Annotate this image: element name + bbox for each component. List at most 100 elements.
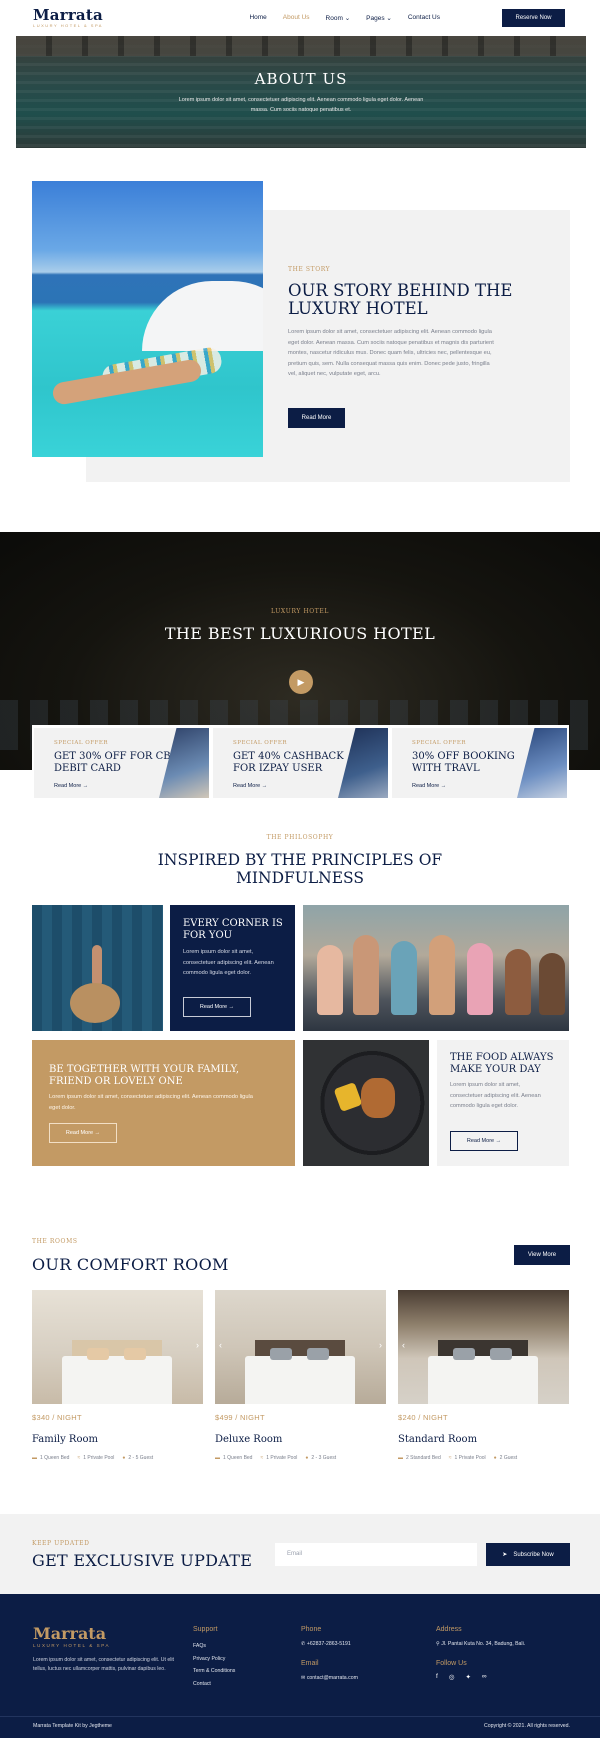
room-feature-guest: ● 2 - 3 Guest <box>305 1455 336 1461</box>
arrow-right-icon: → <box>495 1138 502 1144</box>
bed-icon: ▬ <box>215 1455 220 1461</box>
offer-card[interactable]: SPECIAL OFFER 30% OFF BOOKING WITH TRAVL… <box>392 728 567 798</box>
newsletter-label: KEEP UPDATED <box>32 1540 90 1547</box>
food-text: Lorem ipsum dolor sit amet, consectetuer… <box>450 1082 541 1109</box>
offer-card[interactable]: SPECIAL OFFER GET 30% OFF FOR CBC DEBIT … <box>34 728 209 798</box>
offer-label: SPECIAL OFFER <box>233 740 288 746</box>
corner-read-more-button[interactable]: Read More → <box>183 997 251 1017</box>
footer-phone[interactable]: ✆ +62837-2863-5191 <box>301 1641 351 1647</box>
phone-icon: ✆ <box>301 1641 306 1647</box>
offer-read-more-link[interactable]: Read More → <box>412 783 446 789</box>
room-features: ▬ 1 Queen Bed ≈1 Private Pool ● 2 - 3 Gues… <box>215 1455 336 1461</box>
image-figure <box>353 935 379 1015</box>
play-icon[interactable]: ▶ <box>289 670 313 694</box>
chevron-left-icon[interactable]: ‹ <box>219 1340 222 1350</box>
offer-read-more-link[interactable]: Read More → <box>233 783 267 789</box>
room-feature-bed: ▬ 2 Standard Bed <box>398 1455 441 1461</box>
food-read-more-button[interactable]: Read More → <box>450 1131 518 1151</box>
philosophy-label: THE PHILOSOPHY <box>266 834 334 841</box>
feature-label: 2 Guest <box>499 1455 518 1461</box>
image-corn <box>333 1081 363 1113</box>
tripadvisor-icon[interactable]: ∞ <box>482 1673 487 1681</box>
offer-label: SPECIAL OFFER <box>412 740 467 746</box>
subscribe-button[interactable]: ➤ Subscribe Now <box>486 1543 570 1566</box>
chevron-down-icon: ⌄ <box>344 15 351 22</box>
room-card[interactable]: ‹ $240 / NIGHT Standard Room ▬ 2 Standard… <box>398 1290 569 1470</box>
facebook-icon[interactable]: f <box>436 1673 438 1681</box>
room-card[interactable]: ‹ › $499 / NIGHT Deluxe Room ▬ 1 Queen Be… <box>215 1290 386 1470</box>
video-title: THE BEST LUXURIOUS HOTEL <box>164 624 436 643</box>
room-features: ▬ 1 Queen Bed ≈1 Private Pool ● 2 - 5 Gues… <box>32 1455 153 1461</box>
phone-number: +62837-2863-5191 <box>306 1641 351 1647</box>
nav-pages[interactable]: Pages ⌄ <box>366 14 392 22</box>
footer-logo-tagline: LUXURY HOTEL & SPA <box>33 1643 111 1648</box>
footer-link-privacy[interactable]: Privacy Policy <box>193 1653 235 1666</box>
button-label: Read More <box>65 1130 94 1136</box>
nav-about-us[interactable]: About Us <box>283 14 310 22</box>
pool-icon: ≈ <box>77 1455 81 1461</box>
nav-room[interactable]: Room ⌄ <box>326 14 351 22</box>
feature-label: 2 - 3 Guest <box>311 1455 337 1461</box>
mail-icon: ✉ <box>301 1675 306 1681</box>
rooms-label: THE ROOMS <box>32 1238 78 1245</box>
story-read-more-button[interactable]: Read More <box>288 408 345 428</box>
story-text: Lorem ipsum dolor sit amet, consectetuer… <box>288 329 494 377</box>
instagram-icon[interactable]: ◎ <box>449 1673 455 1681</box>
chevron-right-icon[interactable]: › <box>196 1340 199 1350</box>
arrow-right-icon: → <box>440 783 447 789</box>
button-label: Read More <box>199 1004 228 1010</box>
guests-icon: ● <box>305 1455 309 1461</box>
site-header: Marrata LUXURY HOTEL & SPA Home About Us… <box>0 0 600 36</box>
offer-link-label: Read More <box>412 783 440 789</box>
footer-link-faqs[interactable]: FAQs <box>193 1640 235 1653</box>
arrow-right-icon: → <box>228 1004 235 1010</box>
offer-read-more-link[interactable]: Read More → <box>54 783 88 789</box>
bed-icon: ▬ <box>398 1455 403 1461</box>
arrow-right-icon: → <box>261 783 268 789</box>
offer-link-label: Read More <box>233 783 261 789</box>
offer-card[interactable]: SPECIAL OFFER GET 40% CASHBACK FOR IZPAY… <box>213 728 388 798</box>
room-image: ‹ <box>398 1290 569 1404</box>
chevron-right-icon[interactable]: › <box>379 1340 382 1350</box>
image-figure <box>467 943 493 1015</box>
guests-icon: ● <box>122 1455 126 1461</box>
image-rock <box>142 281 263 351</box>
room-image: ‹ › <box>215 1290 386 1404</box>
room-feature-bed: ▬ 1 Queen Bed <box>215 1455 252 1461</box>
footer-link-contact[interactable]: Contact <box>193 1678 235 1691</box>
email-heading: Email <box>301 1660 319 1667</box>
page-title: ABOUT US <box>254 70 348 88</box>
footer-email[interactable]: ✉ contact@marrata.com <box>301 1675 358 1681</box>
image-figure <box>429 935 455 1015</box>
friends-image <box>303 905 569 1031</box>
chevron-left-icon[interactable]: ‹ <box>402 1340 405 1350</box>
image-figure <box>391 941 417 1015</box>
image-bed <box>245 1356 355 1404</box>
room-price: $240 / NIGHT <box>398 1413 448 1422</box>
room-card[interactable]: › $340 / NIGHT Family Room ▬ 1 Queen Bed … <box>32 1290 203 1470</box>
logo[interactable]: Marrata LUXURY HOTEL & SPA <box>33 6 103 28</box>
food-card: THE FOOD ALWAYS MAKE YOUR DAY Lorem ipsu… <box>437 1040 569 1166</box>
nav-room-label: Room <box>325 15 343 22</box>
footer-credit: Marrata Template Kit by Jegtheme <box>33 1723 112 1729</box>
footer-logo-text: Marrata <box>33 1624 107 1643</box>
family-read-more-button[interactable]: Read More → <box>49 1123 117 1143</box>
view-more-button[interactable]: View More <box>514 1245 570 1265</box>
twitter-icon[interactable]: ✦ <box>465 1673 470 1681</box>
email-input[interactable]: Email <box>275 1543 477 1566</box>
room-name: Family Room <box>32 1434 98 1445</box>
button-label: Read More <box>466 1138 495 1144</box>
room-features: ▬ 2 Standard Bed ≈1 Private Pool ● 2 Guest <box>398 1455 517 1461</box>
nav-contact-us[interactable]: Contact Us <box>408 14 440 22</box>
room-feature-pool: ≈1 Private Pool <box>260 1455 297 1461</box>
footer-logo[interactable]: Marrata LUXURY HOTEL & SPA <box>33 1624 110 1648</box>
footer-link-terms[interactable]: Term & Conditions <box>193 1665 235 1678</box>
nav-home[interactable]: Home <box>249 14 266 22</box>
phone-heading: Phone <box>301 1626 322 1633</box>
image-hat <box>70 983 120 1023</box>
pool-woman-image <box>32 905 163 1031</box>
corner-card: EVERY CORNER IS FOR YOU Lorem ipsum dolo… <box>170 905 295 1031</box>
location-pin-icon: ⚲ <box>436 1641 440 1647</box>
reserve-now-button[interactable]: Reserve Now <box>502 9 565 27</box>
bed-icon: ▬ <box>32 1455 37 1461</box>
